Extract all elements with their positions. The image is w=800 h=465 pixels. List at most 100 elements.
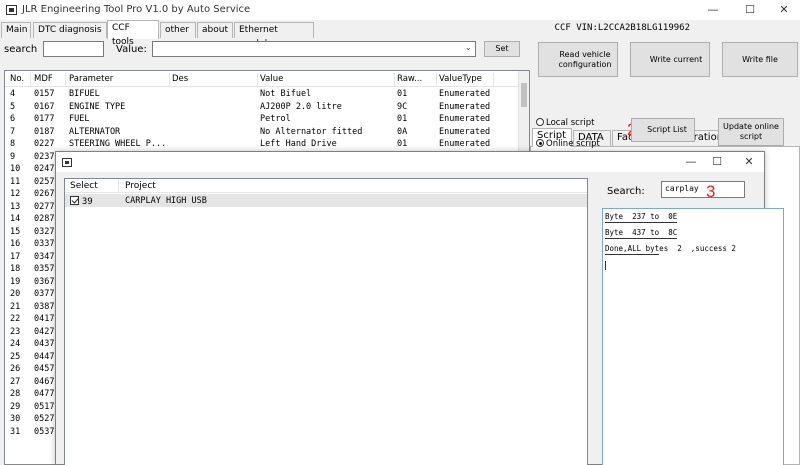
update-online-script-button[interactable]: Update online script [718,118,784,146]
result-log[interactable]: Byte 237 to 0E Byte 437 to 8C Done,ALL b… [602,208,784,465]
col-valuetype[interactable]: ValueType [439,73,482,85]
cell-no: 14 [10,214,21,224]
value-label: Value: [116,44,147,55]
column-divider [436,73,437,86]
col-project[interactable]: Project [125,181,156,191]
search-input[interactable] [43,41,104,57]
cell-no: 22 [10,314,21,324]
log-line: Byte 437 to 8C [605,228,678,239]
cell-valuetype: Enumerated [439,114,491,124]
set-button[interactable]: Set [484,41,520,57]
cell-no: 7 [10,126,16,137]
text-cursor [605,261,606,270]
read-config-label: Read vehicle configuration [558,49,612,69]
table-row[interactable]: 4 0157 BIFUEL Not Bifuel 01 Enumerated [5,88,520,101]
project-row[interactable]: 39 CARPLAY HIGH USB [65,194,587,207]
dialog-title-bar: — ☐ ✕ [56,152,764,172]
col-select[interactable]: Select [70,181,98,191]
column-divider [30,73,31,86]
cell-parameter: BIFUEL [69,89,100,99]
table-row[interactable]: 5 0167 ENGINE TYPE AJ200P 2.0 litre 9C Enumer… [5,101,520,114]
table-row[interactable]: 6 0177 FUEL Petrol 01 Enumerated [5,113,520,126]
value-select[interactable] [152,41,476,57]
maximize-icon[interactable]: ☐ [737,2,763,18]
column-divider [493,73,494,86]
cell-parameter: FUEL [69,114,90,124]
cell-no: 27 [10,376,21,387]
cell-mdf: 0247 [34,164,55,174]
tab-other[interactable]: other [160,22,196,38]
cell-no: 5 [10,101,16,112]
log-underline [605,254,659,255]
tab-dtc-diagnosis[interactable]: DTC diagnosis [33,22,107,38]
tab-about[interactable]: about [197,22,233,38]
project-select-cell[interactable]: 39 [70,196,93,207]
dialog-maximize-icon[interactable]: ☐ [704,154,730,170]
cell-no: 10 [10,164,21,174]
table-row[interactable]: 7 0187 ALTERNATOR No Alternator fitted 0A Enu… [5,126,520,139]
app-icon [6,5,17,15]
cell-no: 17 [10,251,21,262]
dialog-close-icon[interactable]: ✕ [736,154,762,170]
cell-no: 30 [10,414,21,424]
cell-raw: 0A [397,126,408,137]
cell-value: No Alternator fitted [260,126,363,137]
local-script-radio[interactable]: Local script [536,118,594,128]
write-file-button[interactable]: Write file [722,42,798,77]
cell-mdf: 0227 [34,139,55,149]
chevron-down-icon[interactable]: ⌄ [465,43,472,52]
online-script-radio[interactable]: Online script [536,139,600,149]
search-row: search Value: ⌄ Set [0,40,520,62]
minimize-icon[interactable]: — [700,2,726,18]
script-list-button[interactable]: Script List [631,118,695,142]
write-current-button[interactable]: Write current [630,42,710,77]
column-divider [257,73,258,86]
cell-no: 12 [10,189,21,199]
cell-valuetype: Enumerated [439,126,491,137]
cell-mdf: 0477 [34,389,55,399]
cell-no: 23 [10,326,21,337]
cell-raw: 01 [397,139,408,149]
cell-no: 19 [10,276,21,287]
column-divider [394,73,395,86]
close-icon[interactable]: ✕ [771,2,797,18]
col-mdf[interactable]: MDF [34,73,53,85]
col-no[interactable]: No. [10,73,24,85]
cell-mdf: 0417 [34,314,55,324]
project-name: CARPLAY HIGH USB [125,196,207,206]
cell-valuetype: Enumerated [439,139,491,149]
dialog-minimize-icon[interactable]: — [678,154,704,170]
cell-no: 29 [10,401,21,412]
cell-mdf: 0367 [34,276,55,287]
cell-mdf: 0257 [34,176,55,187]
cell-mdf: 0337 [34,239,55,249]
table-row[interactable]: 8 0227 STEERING WHEEL P... Left Hand Drive 0… [5,138,520,151]
cell-mdf: 0377 [34,289,55,299]
project-list-header: Select Project [65,179,587,193]
cell-mdf: 0517 [34,401,55,412]
ccf-vin: CCF VIN:L2CCA2B18LG119962 [554,23,690,33]
cell-mdf: 0347 [34,251,55,262]
radio-icon [536,118,544,126]
col-value[interactable]: Value [260,73,283,85]
cell-parameter: ENGINE TYPE [69,101,126,112]
title-bar: JLR Engineering Tool Pro V1.0 by Auto Se… [0,0,800,20]
read-vehicle-configuration-button[interactable]: Read vehicle configuration [538,42,618,77]
tab-ccf-tools[interactable]: CCF tools [107,20,159,47]
log-line: Done,ALL bytes 2 ,success 2 [605,244,736,253]
checkbox-checked-icon[interactable] [70,196,79,205]
tab-main[interactable]: Main [1,22,31,38]
cell-raw: 9C [397,101,408,112]
col-des[interactable]: Des [172,73,188,85]
cell-no: 8 [10,139,16,149]
cell-no: 15 [10,226,21,237]
col-raw[interactable]: Raw... [397,73,422,85]
cell-mdf: 0467 [34,376,55,387]
scrollbar-thumb[interactable] [521,83,527,107]
dialog-search-input[interactable]: carplay [661,181,745,198]
write-current-label: Write current [649,54,703,64]
tab-ethernet-module[interactable]: Ethernet module [234,22,314,49]
local-script-label: Local script [546,118,595,128]
col-parameter[interactable]: Parameter [69,73,113,85]
cell-valuetype: Enumerated [439,89,491,99]
